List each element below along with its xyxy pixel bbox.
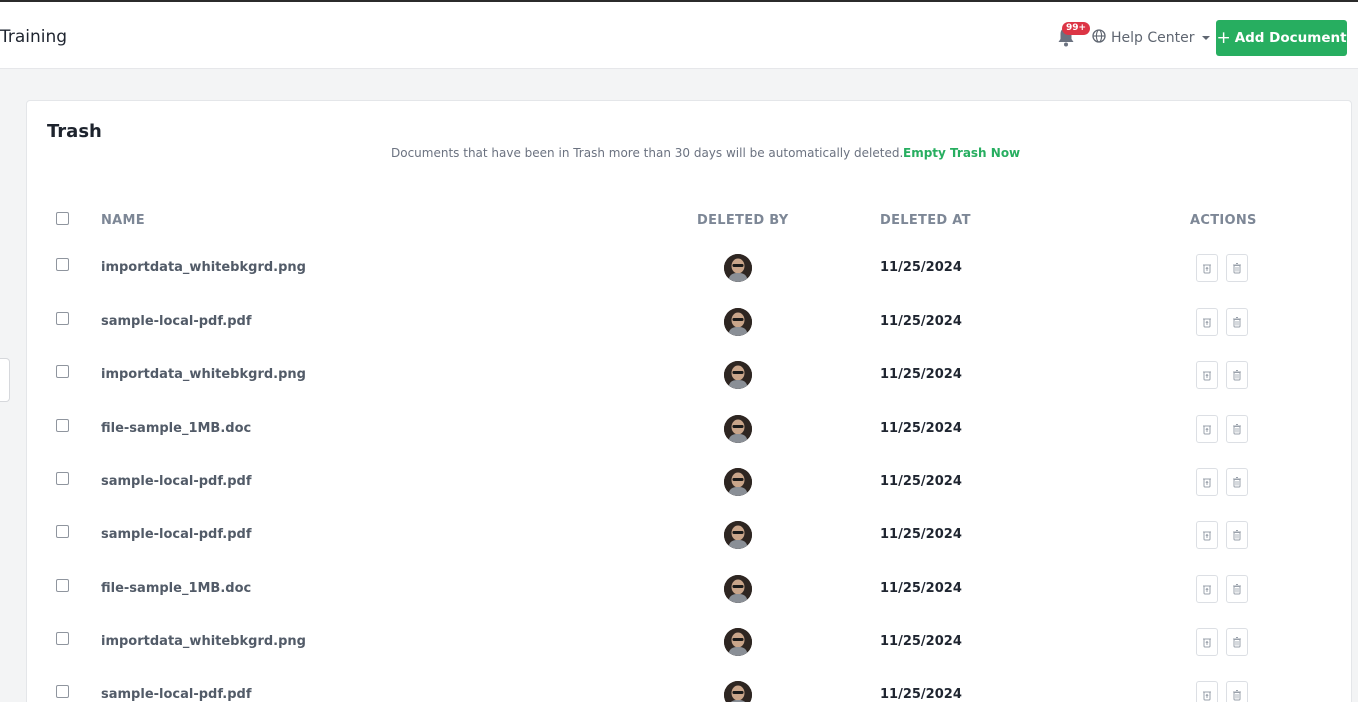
restore-icon [1201,259,1213,278]
trash-card: Trash Documents that have been in Trash … [26,100,1352,702]
avatar [724,254,752,282]
trash-icon [1231,366,1243,385]
globe-icon [1092,29,1106,47]
auto-delete-notice: Documents that have been in Trash more t… [391,146,904,160]
avatar [724,521,752,549]
delete-permanently-button[interactable] [1226,308,1248,336]
notification-badge: 99+ [1062,22,1091,35]
avatar [724,681,752,702]
trash-icon [1231,526,1243,545]
restore-button[interactable] [1196,254,1218,282]
avatar [724,468,752,496]
trash-icon [1231,420,1243,439]
deleted-at-date: 11/25/2024 [880,527,962,542]
document-name: sample-local-pdf.pdf [101,474,252,489]
document-name: sample-local-pdf.pdf [101,527,252,542]
row-checkbox[interactable] [56,419,69,432]
restore-icon [1201,366,1213,385]
trash-icon [1231,580,1243,599]
row-checkbox[interactable] [56,579,69,592]
restore-icon [1201,633,1213,652]
sidebar-toggle[interactable] [0,358,10,402]
delete-permanently-button[interactable] [1226,575,1248,603]
deleted-at-date: 11/25/2024 [880,634,962,649]
restore-button[interactable] [1196,681,1218,702]
column-header-deleted-at[interactable]: DELETED AT [880,213,971,228]
help-center-dropdown[interactable]: Help Center [1092,27,1210,49]
restore-icon [1201,526,1213,545]
restore-button[interactable] [1196,628,1218,656]
restore-icon [1201,473,1213,492]
add-document-label: Add Document [1234,30,1347,46]
document-name: importdata_whitebkgrd.png [101,634,306,649]
document-name: file-sample_1MB.doc [101,421,252,436]
avatar [724,361,752,389]
delete-permanently-button[interactable] [1226,521,1248,549]
delete-permanently-button[interactable] [1226,468,1248,496]
empty-trash-link[interactable]: Empty Trash Now [903,146,1020,160]
row-checkbox[interactable] [56,472,69,485]
document-name: importdata_whitebkgrd.png [101,367,306,382]
document-name: importdata_whitebkgrd.png [101,260,306,275]
avatar [724,415,752,443]
select-all-checkbox[interactable] [56,212,69,225]
row-checkbox[interactable] [56,685,69,698]
deleted-at-date: 11/25/2024 [880,581,962,596]
restore-icon [1201,686,1213,702]
trash-title: Trash [47,121,102,142]
deleted-at-date: 11/25/2024 [880,474,962,489]
restore-button[interactable] [1196,308,1218,336]
delete-permanently-button[interactable] [1226,681,1248,702]
avatar [724,308,752,336]
trash-icon [1231,473,1243,492]
column-header-deleted-by[interactable]: DELETED BY [697,213,789,228]
avatar [724,575,752,603]
trash-icon [1231,686,1243,702]
column-header-actions: ACTIONS [1190,213,1257,228]
delete-permanently-button[interactable] [1226,254,1248,282]
restore-button[interactable] [1196,575,1218,603]
restore-button[interactable] [1196,415,1218,443]
row-checkbox[interactable] [56,525,69,538]
avatar [724,628,752,656]
row-checkbox[interactable] [56,312,69,325]
deleted-at-date: 11/25/2024 [880,260,962,275]
trash-icon [1231,313,1243,332]
restore-button[interactable] [1196,468,1218,496]
delete-permanently-button[interactable] [1226,361,1248,389]
restore-icon [1201,580,1213,599]
restore-icon [1201,313,1213,332]
top-header: Training 99+ Help Center + Add Document [0,2,1358,69]
trash-icon [1231,259,1243,278]
delete-permanently-button[interactable] [1226,415,1248,443]
plus-icon: + [1216,27,1231,48]
page-title: Training [0,27,68,47]
row-checkbox[interactable] [56,258,69,271]
document-name: sample-local-pdf.pdf [101,687,252,702]
deleted-at-date: 11/25/2024 [880,314,962,329]
restore-button[interactable] [1196,521,1218,549]
help-center-label: Help Center [1111,30,1195,46]
deleted-at-date: 11/25/2024 [880,687,962,702]
chevron-down-icon [1201,36,1210,40]
row-checkbox[interactable] [56,632,69,645]
deleted-at-date: 11/25/2024 [880,421,962,436]
restore-button[interactable] [1196,361,1218,389]
delete-permanently-button[interactable] [1226,628,1248,656]
column-header-name[interactable]: NAME [101,213,145,228]
restore-icon [1201,420,1213,439]
row-checkbox[interactable] [56,365,69,378]
trash-icon [1231,633,1243,652]
document-name: sample-local-pdf.pdf [101,314,252,329]
document-name: file-sample_1MB.doc [101,581,252,596]
add-document-button[interactable]: + Add Document [1216,20,1347,56]
deleted-at-date: 11/25/2024 [880,367,962,382]
